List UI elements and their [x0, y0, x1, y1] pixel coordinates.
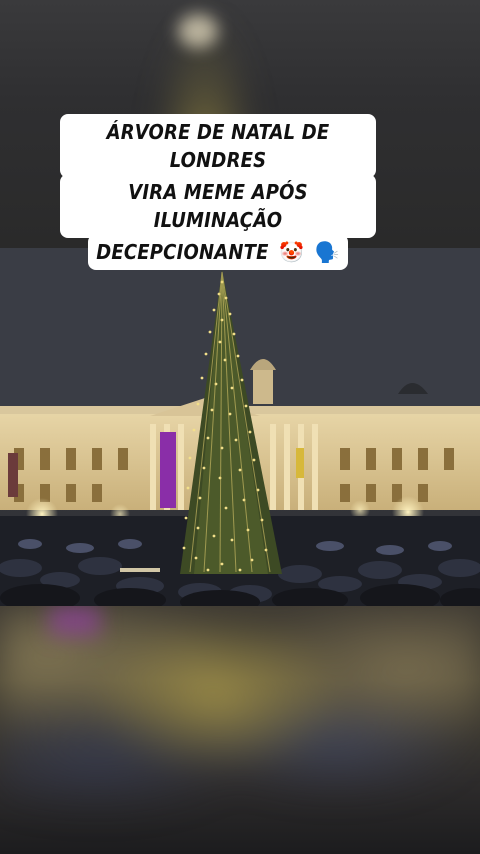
clown-face-icon: 🤡 [279, 240, 305, 264]
caption-line-1: ÁRVORE DE NATAL DE LONDRES [60, 114, 376, 178]
caption-line-2: VIRA MEME APÓS ILUMINAÇÃO [60, 174, 376, 238]
christmas-tree-photo [0, 248, 480, 606]
meme-caption: ÁRVORE DE NATAL DE LONDRES VIRA MEME APÓ… [60, 114, 376, 270]
caption-line-3-text: DECEPCIONANTE [96, 240, 269, 264]
blurred-background-bottom [0, 606, 480, 854]
speaking-head-icon: 🗣️ [314, 240, 340, 264]
caption-line-3: DECEPCIONANTE 🤡 🗣️ [88, 234, 348, 270]
blurred-star-glow [178, 14, 218, 48]
